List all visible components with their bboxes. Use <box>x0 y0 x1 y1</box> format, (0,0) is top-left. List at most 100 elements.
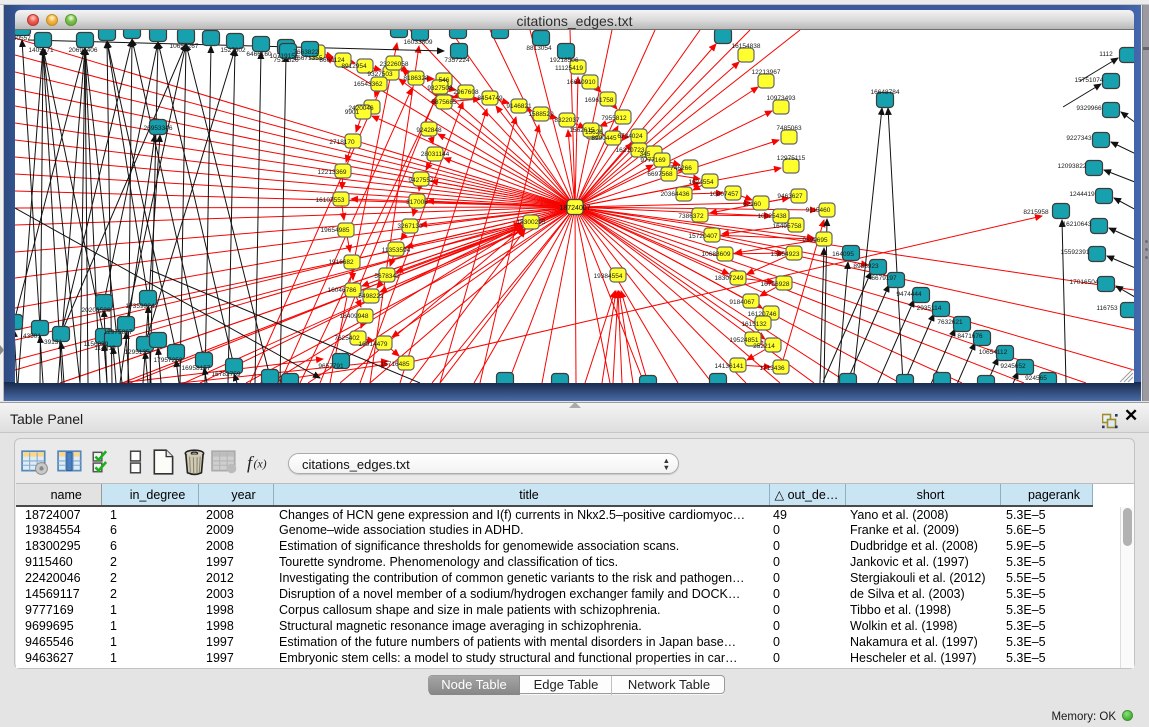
svg-text:1588520: 1588520 <box>528 111 554 118</box>
svg-text:10653267: 10653267 <box>170 43 199 50</box>
svg-text:546: 546 <box>439 77 450 84</box>
svg-text:9427552: 9427552 <box>408 177 434 184</box>
svg-text:23226058: 23226058 <box>380 61 409 68</box>
svg-text:18409948: 18409948 <box>340 313 369 320</box>
svg-text:924565: 924565 <box>1025 375 1047 382</box>
svg-text:9329966: 9329966 <box>1076 105 1102 112</box>
svg-text:9657791: 9657791 <box>318 363 344 370</box>
svg-text:16033809: 16033809 <box>404 39 433 46</box>
svg-text:7632621: 7632621 <box>937 319 963 326</box>
svg-text:12975867: 12975867 <box>104 329 133 336</box>
svg-text:13654923: 13654923 <box>771 251 800 258</box>
svg-text:9327508: 9327508 <box>427 85 453 92</box>
svg-text:7386372: 7386372 <box>678 213 704 220</box>
svg-text:114519: 114519 <box>94 345 116 352</box>
svg-text:8938923: 8938923 <box>853 263 879 270</box>
svg-text:7955812: 7955812 <box>601 115 627 122</box>
svg-text:15720407: 15720407 <box>689 233 718 240</box>
svg-text:19384554: 19384554 <box>594 273 623 280</box>
svg-text:16914479: 16914479 <box>359 341 388 348</box>
svg-text:164095: 164095 <box>832 251 854 258</box>
svg-text:8912954: 8912954 <box>341 63 367 70</box>
svg-text:17016504: 17016504 <box>1070 279 1099 286</box>
svg-text:7515526: 7515526 <box>273 57 299 64</box>
svg-text:7485063: 7485063 <box>776 125 802 132</box>
svg-text:9115460: 9115460 <box>806 207 831 214</box>
svg-text:12093822: 12093822 <box>1058 163 1087 170</box>
svg-text:5875685: 5875685 <box>431 99 457 106</box>
svg-text:1615132: 1615132 <box>741 321 767 328</box>
svg-text:16961758: 16961758 <box>585 97 614 104</box>
svg-text:16154838: 16154838 <box>732 43 761 50</box>
svg-text:8215958: 8215958 <box>1023 209 1049 216</box>
svg-text:8471676: 8471676 <box>957 333 983 340</box>
svg-text:16210643: 16210643 <box>1063 221 1092 228</box>
svg-text:12213369: 12213369 <box>318 169 347 176</box>
svg-text:20691406: 20691406 <box>69 47 98 54</box>
svg-text:2967608: 2967608 <box>453 89 479 96</box>
svg-text:9327503: 9327503 <box>367 71 393 78</box>
svg-text:9227343: 9227343 <box>1066 135 1092 142</box>
svg-text:5498222: 5498222 <box>358 293 384 300</box>
svg-text:15592391: 15592391 <box>1061 249 1090 256</box>
svg-text:18300295: 18300295 <box>517 219 546 226</box>
svg-text:10973493: 10973493 <box>767 95 796 102</box>
svg-text:9699695: 9699695 <box>802 237 828 244</box>
svg-text:1916682: 1916682 <box>328 259 354 266</box>
svg-text:9242848: 9242848 <box>416 127 442 134</box>
svg-text:16495758: 16495758 <box>773 223 802 230</box>
svg-text:2718170: 2718170 <box>329 139 355 146</box>
svg-text:140557: 140557 <box>15 35 31 42</box>
svg-text:1527602: 1527602 <box>220 47 246 54</box>
svg-text:11125419: 11125419 <box>555 65 583 72</box>
svg-text:18307249: 18307249 <box>715 275 744 282</box>
svg-text:10654112: 10654112 <box>979 349 1008 356</box>
svg-text:1562615: 1562615 <box>569 127 595 134</box>
svg-text:16543362: 16543362 <box>354 81 383 88</box>
svg-text:1244419: 1244419 <box>1069 191 1095 198</box>
svg-text:1295135: 1295135 <box>124 349 150 356</box>
svg-text:28031144: 28031144 <box>421 151 450 158</box>
svg-text:15716485: 15716485 <box>381 361 410 368</box>
svg-text:16958157: 16958157 <box>182 365 211 372</box>
svg-text:5678342: 5678342 <box>374 273 400 280</box>
svg-text:7357224: 7357224 <box>444 57 470 64</box>
svg-text:8186328: 8186328 <box>403 75 429 82</box>
svg-text:9184067: 9184067 <box>729 299 755 306</box>
svg-text:16756928: 16756928 <box>761 281 790 288</box>
svg-text:9777169: 9777169 <box>640 157 666 164</box>
svg-text:16782759: 16782759 <box>212 371 241 378</box>
svg-text:8322037: 8322037 <box>554 117 580 124</box>
svg-text:8990445: 8990445 <box>591 135 617 142</box>
svg-text:17957253: 17957253 <box>154 357 183 364</box>
svg-text:14136141: 14136141 <box>715 363 744 370</box>
svg-text:17359924: 17359924 <box>126 303 155 310</box>
svg-text:43501: 43501 <box>23 333 41 340</box>
svg-text:39131: 39131 <box>44 339 62 346</box>
svg-text:26953346: 26953346 <box>144 125 173 132</box>
svg-text:16046786: 16046786 <box>328 287 357 294</box>
svg-text:9474444: 9474444 <box>896 291 922 298</box>
svg-text:317006: 317006 <box>406 199 428 206</box>
svg-text:2087682: 2087682 <box>710 30 736 32</box>
svg-text:6679197: 6679197 <box>871 275 897 282</box>
svg-text:12213967: 12213967 <box>752 69 781 76</box>
svg-text:9146821: 9146821 <box>506 103 532 110</box>
svg-text:10688609: 10688609 <box>702 251 731 258</box>
svg-text:1624554: 1624554 <box>688 179 714 186</box>
svg-text:18724007: 18724007 <box>559 205 590 212</box>
svg-text:6466160: 6466160 <box>246 51 272 58</box>
svg-text:8813054: 8813054 <box>526 45 552 52</box>
svg-text:1112: 1112 <box>1099 51 1113 58</box>
svg-text:19654985: 19654985 <box>321 227 350 234</box>
svg-text:(x): (x) <box>253 456 266 470</box>
svg-text:9901: 9901 <box>345 109 360 116</box>
svg-text:16120746: 16120746 <box>748 311 777 318</box>
svg-text:6734024: 6734024 <box>617 133 643 140</box>
svg-text:9463627: 9463627 <box>777 193 803 200</box>
svg-text:252214: 252214 <box>753 343 775 350</box>
svg-text:15751074: 15751074 <box>1075 77 1104 84</box>
svg-text:10025438: 10025438 <box>758 213 787 220</box>
svg-text:1713436: 1713436 <box>759 365 785 372</box>
svg-text:10807457: 10807457 <box>710 191 739 198</box>
